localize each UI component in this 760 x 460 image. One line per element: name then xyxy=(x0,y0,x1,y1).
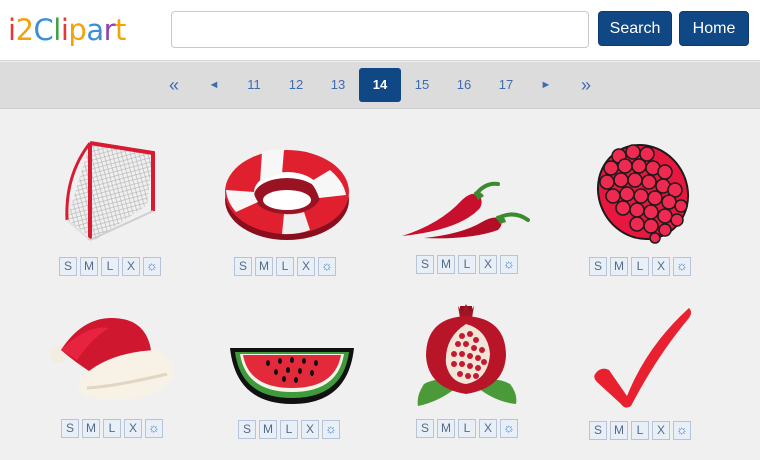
last-page-button[interactable]: » xyxy=(565,68,607,102)
size-medium-button[interactable]: M xyxy=(437,255,455,274)
search-button[interactable]: Search xyxy=(598,11,672,46)
size-xlarge-button[interactable]: X xyxy=(479,419,497,438)
size-small-button[interactable]: S xyxy=(589,257,607,276)
settings-icon[interactable]: ☼ xyxy=(143,257,161,276)
first-page-button[interactable]: « xyxy=(153,68,195,102)
logo-letter: 2 xyxy=(15,13,34,47)
logo-letter: l xyxy=(53,13,61,47)
settings-icon[interactable]: ☼ xyxy=(322,420,340,439)
pagination-bar: « ◄ 11 12 13 14 15 16 17 ► » xyxy=(0,62,760,109)
current-page-link[interactable]: 14 xyxy=(359,68,401,102)
logo-letter: t xyxy=(115,13,126,47)
size-small-button[interactable]: S xyxy=(416,255,434,274)
santa-hat-icon[interactable] xyxy=(47,314,177,404)
logo-letter: i xyxy=(60,13,69,47)
size-large-button[interactable]: L xyxy=(101,257,119,276)
size-medium-button[interactable]: M xyxy=(610,421,628,440)
size-xlarge-button[interactable]: X xyxy=(652,421,670,440)
size-large-button[interactable]: L xyxy=(276,257,294,276)
clipart-card: S M L X ☼ xyxy=(35,300,185,450)
size-medium-button[interactable]: M xyxy=(82,419,100,438)
size-xlarge-button[interactable]: X xyxy=(122,257,140,276)
settings-icon[interactable]: ☼ xyxy=(500,419,518,438)
size-small-button[interactable]: S xyxy=(61,419,79,438)
size-options: S M L X ☼ xyxy=(234,257,336,276)
size-options: S M L X ☼ xyxy=(61,419,163,438)
size-medium-button[interactable]: M xyxy=(80,257,98,276)
clipart-card: S M L X ☼ xyxy=(210,130,360,280)
clipart-card: S M L X ☼ xyxy=(392,130,542,280)
size-large-button[interactable]: L xyxy=(631,421,649,440)
search-input[interactable] xyxy=(171,11,589,48)
size-large-button[interactable]: L xyxy=(631,257,649,276)
hockey-net-icon[interactable] xyxy=(55,135,165,247)
page-link[interactable]: 16 xyxy=(443,68,485,102)
size-small-button[interactable]: S xyxy=(59,257,77,276)
settings-icon[interactable]: ☼ xyxy=(673,421,691,440)
size-medium-button[interactable]: M xyxy=(255,257,273,276)
size-xlarge-button[interactable]: X xyxy=(301,420,319,439)
size-options: S M L X ☼ xyxy=(238,420,340,439)
chili-peppers-icon[interactable] xyxy=(400,178,540,244)
life-ring-icon[interactable] xyxy=(222,140,352,244)
logo-letter: i xyxy=(8,13,16,47)
size-large-button[interactable]: L xyxy=(280,420,298,439)
raspberry-icon[interactable] xyxy=(589,138,697,246)
size-options: S M L X ☼ xyxy=(59,257,161,276)
size-xlarge-button[interactable]: X xyxy=(297,257,315,276)
size-xlarge-button[interactable]: X xyxy=(124,419,142,438)
size-options: S M L X ☼ xyxy=(416,419,518,438)
size-xlarge-button[interactable]: X xyxy=(652,257,670,276)
size-medium-button[interactable]: M xyxy=(437,419,455,438)
header: i2Clipart Search Home xyxy=(0,0,760,61)
clipart-card: S M L X ☼ xyxy=(392,300,542,450)
size-options: S M L X ☼ xyxy=(589,257,691,276)
home-button[interactable]: Home xyxy=(679,11,749,46)
size-large-button[interactable]: L xyxy=(458,419,476,438)
size-large-button[interactable]: L xyxy=(103,419,121,438)
page-link[interactable]: 11 xyxy=(233,68,275,102)
size-small-button[interactable]: S xyxy=(589,421,607,440)
logo-letter: r xyxy=(103,13,116,47)
checkmark-icon[interactable] xyxy=(591,304,695,410)
settings-icon[interactable]: ☼ xyxy=(145,419,163,438)
logo-letter: p xyxy=(68,13,87,47)
size-medium-button[interactable]: M xyxy=(259,420,277,439)
clipart-card: S M L X ☼ xyxy=(210,300,360,450)
logo-letter: C xyxy=(33,13,54,47)
settings-icon[interactable]: ☼ xyxy=(500,255,518,274)
size-options: S M L X ☼ xyxy=(416,255,518,274)
page-link[interactable]: 13 xyxy=(317,68,359,102)
page-link[interactable]: 15 xyxy=(401,68,443,102)
size-small-button[interactable]: S xyxy=(234,257,252,276)
logo-letter: a xyxy=(86,13,104,47)
size-small-button[interactable]: S xyxy=(416,419,434,438)
clipart-card: S M L X ☼ xyxy=(573,300,723,450)
site-logo[interactable]: i2Clipart xyxy=(8,12,126,48)
clipart-card: S M L X ☼ xyxy=(35,130,185,280)
settings-icon[interactable]: ☼ xyxy=(318,257,336,276)
prev-page-button[interactable]: ◄ xyxy=(193,68,235,102)
settings-icon[interactable]: ☼ xyxy=(673,257,691,276)
size-xlarge-button[interactable]: X xyxy=(479,255,497,274)
watermelon-slice-icon[interactable] xyxy=(228,346,356,406)
page-link[interactable]: 12 xyxy=(275,68,317,102)
clipart-card: S M L X ☼ xyxy=(573,130,723,280)
next-page-button[interactable]: ► xyxy=(525,68,567,102)
size-options: S M L X ☼ xyxy=(589,421,691,440)
size-large-button[interactable]: L xyxy=(458,255,476,274)
size-small-button[interactable]: S xyxy=(238,420,256,439)
page-link[interactable]: 17 xyxy=(485,68,527,102)
size-medium-button[interactable]: M xyxy=(610,257,628,276)
pomegranate-icon[interactable] xyxy=(414,304,520,408)
